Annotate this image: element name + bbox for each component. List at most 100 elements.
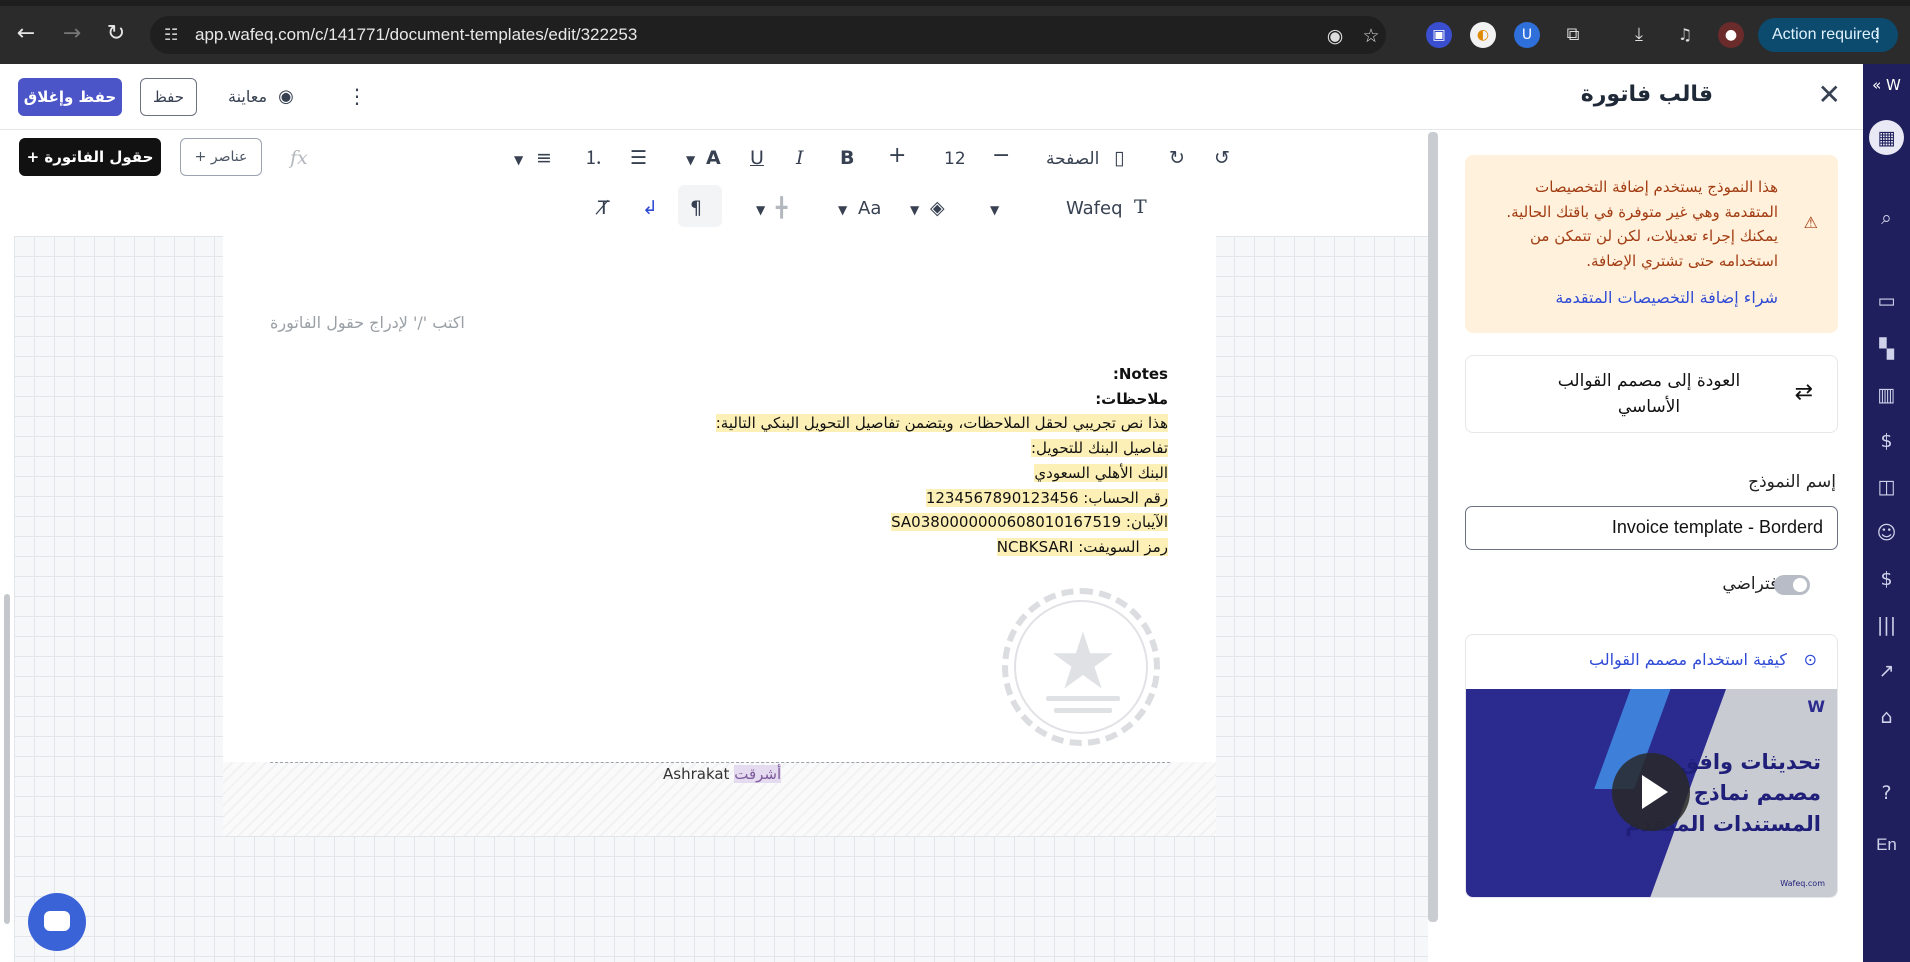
action-required-button[interactable]: Action required ⋮ [1758,18,1898,52]
tutorial-video-card[interactable]: كيفية استخدام مصمم القوالب ⊙ W تحديثات و… [1465,634,1838,898]
iban: الآيبان: SA0380000000608010167519 [891,513,1168,532]
eye-icon[interactable]: ◉ [1324,25,1346,47]
redo-icon[interactable]: ↻ [1169,146,1185,170]
extension-screen-icon[interactable]: ▣ [1426,22,1452,48]
case-label[interactable]: Aa [858,197,881,221]
decrease-font-icon[interactable]: − [992,144,1010,168]
extension-puzzle-icon[interactable]: ⧉ [1560,22,1586,48]
notes-block[interactable]: Notes: ملاحظات: هذا نص تجريبي لحقل الملا… [568,362,1168,560]
invoice-fields-button[interactable]: + حقول الفاتورة [19,138,161,176]
template-name-label: إسم النموذج [1748,472,1836,492]
rtl-paragraph-icon[interactable]: ¶ [690,196,702,220]
font-icon[interactable]: T [1134,195,1147,219]
ltr-icon[interactable]: ↲ [642,196,658,220]
preview-label: معاينة [228,87,268,106]
extension-u-icon[interactable]: U [1514,22,1540,48]
canvas-scrollbar-right[interactable] [1428,132,1438,922]
search-icon[interactable]: ⌕ [1863,207,1910,229]
address-bar[interactable]: ☷ app.wafeq.com/c/141771/document-templa… [150,16,1386,54]
media-icon[interactable]: ♫ [1672,22,1698,48]
font-size-value[interactable]: 12 [944,147,966,171]
bold-icon[interactable]: B [840,146,854,170]
fill-dropdown-icon[interactable]: ▼ [910,198,919,222]
tab-strip [0,0,1910,6]
page-icon[interactable]: ▯ [1114,146,1124,170]
wafeq-logo-icon: W [1807,697,1825,716]
ordered-list-icon[interactable]: ⒈ [584,146,603,170]
preview-button[interactable]: معاينة ◉ [228,86,294,110]
eye-icon: ◉ [278,86,294,107]
inbox-icon[interactable]: ▭ [1863,290,1910,312]
formula-icon[interactable]: fx [290,146,308,170]
insert-fields-placeholder[interactable]: اكتب '/' لإدراج حقول الفاتورة [270,313,465,332]
dashboard-icon[interactable]: ▚ [1863,338,1910,360]
stamp-placeholder[interactable]: ★ [1002,588,1160,746]
more-options-icon[interactable]: ⋮ [347,84,367,108]
chat-support-button[interactable] [28,893,86,951]
browser-chrome: ← → ↻ ☷ app.wafeq.com/c/141771/document-… [0,0,1910,64]
payroll-icon[interactable]: $ [1863,568,1910,590]
clear-format-icon[interactable]: T̸ [598,196,610,220]
barcode-icon[interactable]: ||| [1863,614,1910,636]
close-icon[interactable]: ✕ [1818,78,1841,111]
stamp-line [1046,696,1120,701]
star-icon: ★ [1048,617,1118,707]
expand-icon[interactable]: « W [1863,74,1910,96]
border-icon[interactable]: ╋ [776,196,787,220]
align-left-icon[interactable]: ≡ [536,146,552,170]
profile-icon[interactable]: ● [1718,22,1744,48]
font-dropdown-icon[interactable]: ▼ [990,198,999,222]
chart-icon[interactable]: ▥ [1863,384,1910,406]
border-dropdown-icon[interactable]: ▼ [756,198,765,222]
footer-name-en: Ashrakat [663,765,730,783]
stamp-inner-ring: ★ [1014,600,1148,734]
bag-icon[interactable]: ◫ [1863,476,1910,498]
download-icon[interactable]: ⤓ [1626,22,1652,48]
kebab-icon[interactable]: ⋮ [1868,18,1886,52]
extension-chrome-icon[interactable]: ◐ [1470,22,1496,48]
analytics-icon[interactable]: ↗ [1863,660,1910,682]
bank-name: البنك الأهلي السعودي [1034,463,1168,482]
building-icon[interactable]: ▦ [1863,127,1910,149]
save-button[interactable]: حفظ [140,78,197,116]
star-icon[interactable]: ☆ [1360,25,1382,47]
help-icon[interactable]: ? [1863,782,1910,804]
underline-icon[interactable]: U [750,146,764,170]
forward-arrow-icon[interactable]: → [58,20,86,48]
elements-button[interactable]: + عناصر [180,138,262,176]
save-close-button[interactable]: حفظ وإغلاق [18,78,122,116]
reload-icon[interactable]: ↻ [102,20,130,48]
undo-icon[interactable]: ↺ [1214,146,1230,170]
language-switch[interactable]: En [1863,834,1910,856]
tutorial-title[interactable]: كيفية استخدام مصمم القوالب [1589,650,1787,669]
back-to-basic-button[interactable]: العودة إلى مصمم القوالب الأساسي ⇄ [1465,355,1838,433]
dollar-icon[interactable]: $ [1863,430,1910,452]
notes-title-ar: ملاحظات: [1095,389,1168,408]
page-title: قالب فاتورة [1580,82,1713,107]
color-dropdown-icon[interactable]: ▼ [686,148,695,172]
italic-icon[interactable]: I [796,146,804,170]
back-to-basic-label: العودة إلى مصمم القوالب الأساسي [1557,371,1741,417]
video-thumbnail[interactable]: W تحديثات وافق مصمم نماذج المستندات المت… [1466,689,1837,897]
buy-addon-link[interactable]: شراء إضافة التخصيصات المتقدمة [1555,288,1778,307]
swap-arrows-icon: ⇄ [1794,380,1813,405]
default-toggle[interactable] [1774,575,1810,595]
fill-color-icon[interactable]: ◈ [930,196,945,220]
template-name-input[interactable]: Invoice template - Borderd [1465,506,1838,550]
font-name[interactable]: Wafeq [1066,197,1123,221]
canvas-scrollbar-left[interactable] [4,594,10,924]
case-dropdown-icon[interactable]: ▼ [838,198,847,222]
bullet-list-icon[interactable]: ☰ [630,146,647,170]
page-settings-label[interactable]: الصفحة [1046,147,1099,171]
play-button[interactable] [1612,753,1690,831]
bank-icon[interactable]: ⌂ [1863,706,1910,728]
video-site: Wafeq.com [1780,879,1825,888]
increase-font-icon[interactable]: + [888,144,906,168]
footer-signature-text[interactable]: Ashrakat أشرقت [663,765,782,783]
align-dropdown-icon[interactable]: ▼ [514,148,523,172]
url-text[interactable]: app.wafeq.com/c/141771/document-template… [195,25,637,45]
back-arrow-icon[interactable]: ← [12,20,40,48]
text-color-icon[interactable]: A [706,146,721,170]
users-icon[interactable]: ☺ [1863,522,1910,544]
site-settings-icon[interactable]: ☷ [164,25,184,45]
